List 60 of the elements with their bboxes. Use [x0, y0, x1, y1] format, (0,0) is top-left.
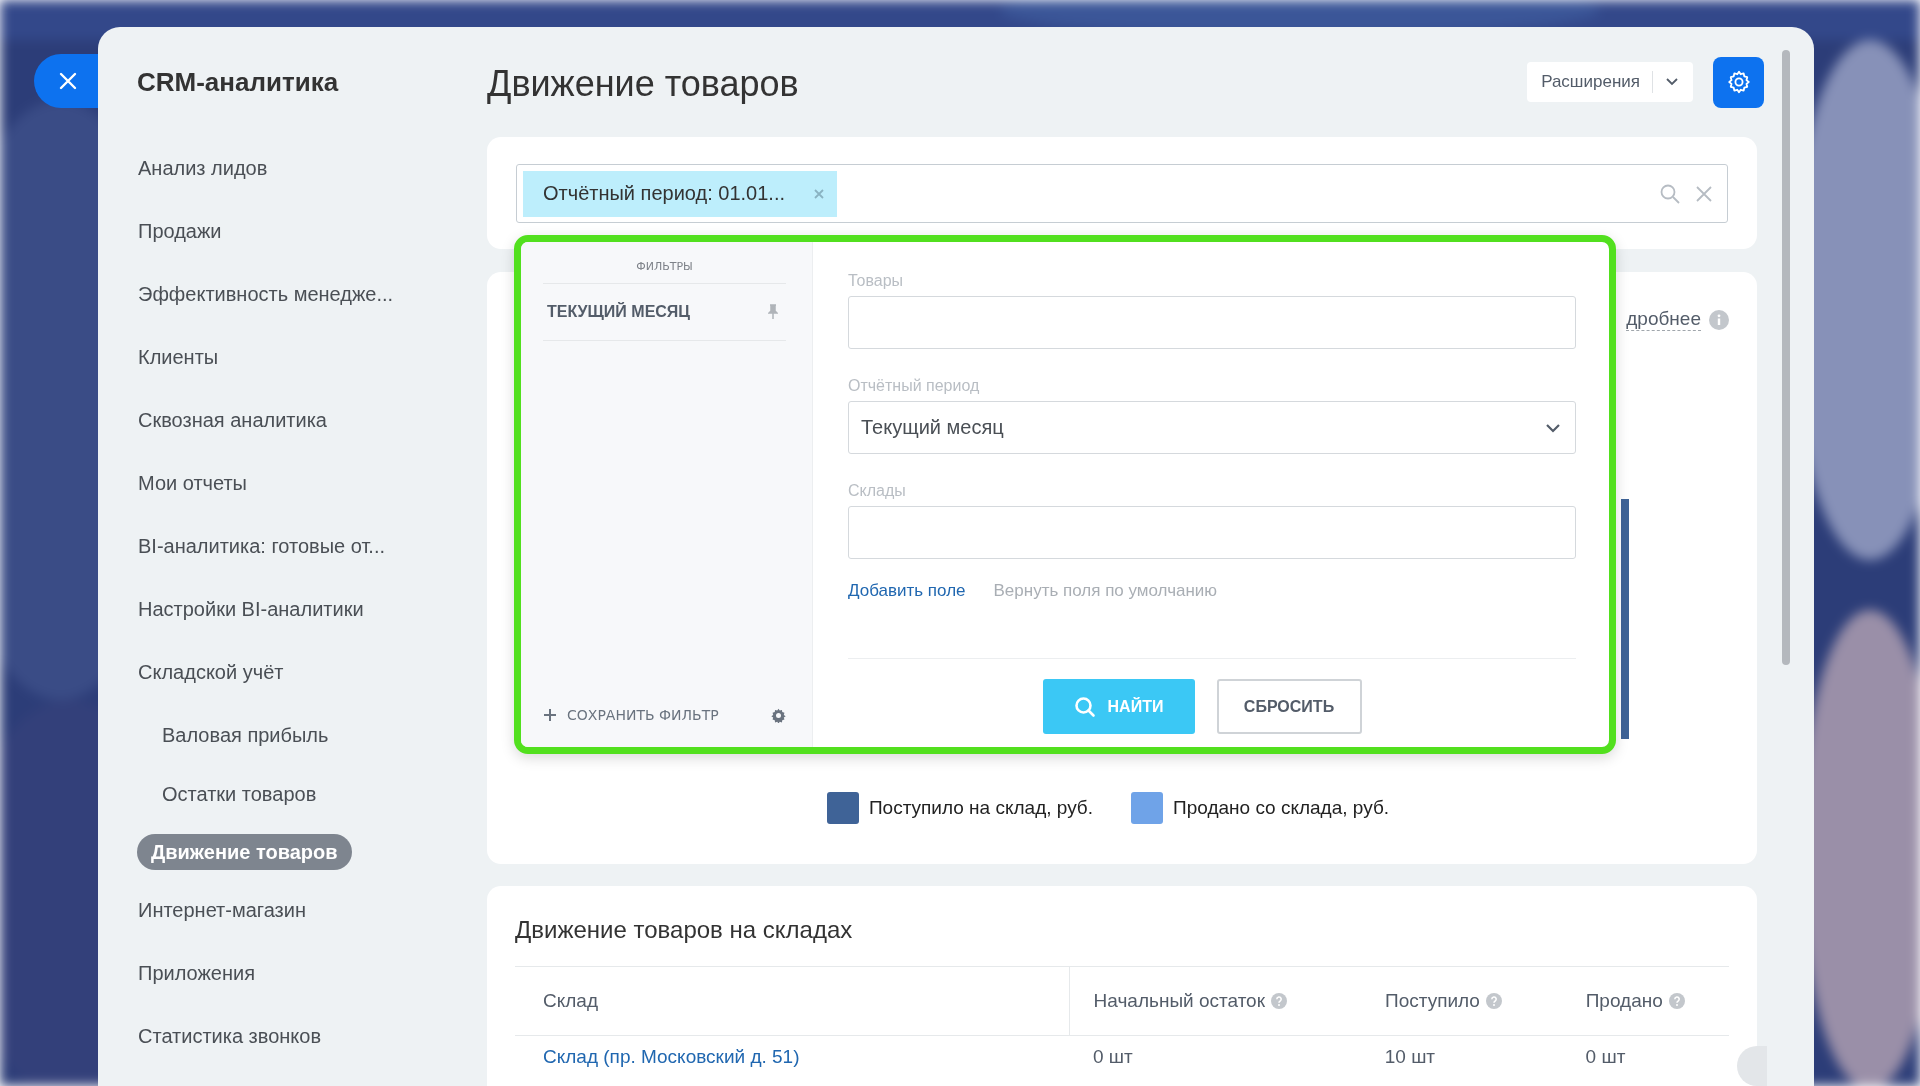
legend-label: Продано со склада, руб.	[1173, 797, 1390, 819]
close-button[interactable]	[34, 54, 98, 108]
search-icon	[1073, 695, 1096, 718]
plus-icon	[543, 708, 557, 722]
sidebar-item[interactable]: Продажи	[137, 216, 222, 246]
field-label: Отчётный период	[848, 377, 981, 395]
search-icon	[1659, 182, 1681, 205]
column-header: Поступило	[1385, 990, 1480, 1012]
sidebar-item[interactable]: Интернет-магазин	[137, 895, 306, 925]
field-label: Склады	[848, 482, 907, 500]
table-title: Движение товаров на складах	[515, 886, 1729, 967]
save-filter-button[interactable]: СОХРАНИТЬ ФИЛЬТР	[543, 707, 719, 723]
chevron-down-icon	[1545, 422, 1561, 433]
sidebar-item[interactable]: BI-аналитика: готовые от...	[137, 531, 386, 561]
filter-chip[interactable]: Отчётный период: 01.01...	[523, 170, 837, 217]
sidebar-item[interactable]: Настройки BI-аналитики	[137, 594, 364, 624]
sidebar-item[interactable]: Статистика звонков	[137, 1021, 322, 1051]
scroll-right-button[interactable]	[1737, 1046, 1767, 1086]
input-field[interactable]	[848, 296, 1576, 349]
preset-item[interactable]: ТЕКУЩИЙ МЕСЯЦ	[543, 284, 786, 341]
search-field[interactable]: Отчётный период: 01.01...	[516, 164, 1728, 223]
sidebar-item[interactable]: Складской учёт	[137, 657, 284, 687]
sidebar-item[interactable]: Приложения	[137, 958, 255, 988]
sidebar-item[interactable]: Клиенты	[137, 342, 219, 372]
info-icon	[1709, 309, 1729, 330]
remove-icon	[813, 187, 825, 200]
settings-icon	[1725, 69, 1752, 95]
reset-button[interactable]: СБРОСИТЬ	[1216, 679, 1362, 734]
presets-heading: ФИЛЬТРЫ	[543, 260, 786, 284]
column-header: Продано	[1585, 990, 1663, 1012]
table-cell: 10 шт	[1384, 1046, 1436, 1068]
table-cell: 0 шт	[1585, 1046, 1626, 1068]
settings-button[interactable]	[1713, 56, 1764, 108]
sidebar-title: CRM-аналитика	[137, 67, 339, 98]
scrollbar[interactable]	[1781, 50, 1790, 665]
sidebar-item[interactable]: Сквозная аналитика	[137, 405, 327, 435]
sidebar-item[interactable]: Мои отчеты	[137, 468, 247, 498]
field-label: Товары	[848, 272, 905, 290]
period-select[interactable]: Текущий месяц	[848, 401, 1576, 454]
column-header: Склад	[543, 990, 598, 1012]
chevron-down-icon	[1665, 77, 1679, 87]
sidebar-item[interactable]: Движение товаров	[137, 834, 352, 870]
close-icon	[58, 71, 78, 91]
sidebar-item[interactable]: Эффективность менедже...	[137, 279, 394, 309]
column-header: Начальный остаток	[1093, 990, 1265, 1012]
more-link[interactable]: дробнее	[1626, 308, 1701, 331]
pin-icon	[768, 304, 778, 320]
input-field[interactable]	[848, 506, 1576, 559]
chip-label: Отчётный период: 01.01...	[543, 182, 785, 205]
clear-icon	[1695, 184, 1713, 203]
sidebar-item[interactable]: Остатки товаров	[137, 779, 317, 809]
sidebar-item[interactable]: Валовая прибыль	[137, 720, 329, 750]
gear-icon	[771, 707, 786, 723]
page-title: Движение товаров	[487, 62, 799, 105]
sidebar-item[interactable]: Анализ лидов	[137, 153, 268, 183]
extensions-dropdown[interactable]: Расширения	[1527, 62, 1693, 102]
table-cell: 0 шт	[1093, 1046, 1133, 1068]
add-field-link[interactable]: Добавить поле	[848, 581, 966, 601]
legend-label: Поступило на склад, руб.	[868, 797, 1093, 819]
warehouse-link[interactable]: Склад (пр. Московский д. 51)	[543, 1046, 800, 1068]
